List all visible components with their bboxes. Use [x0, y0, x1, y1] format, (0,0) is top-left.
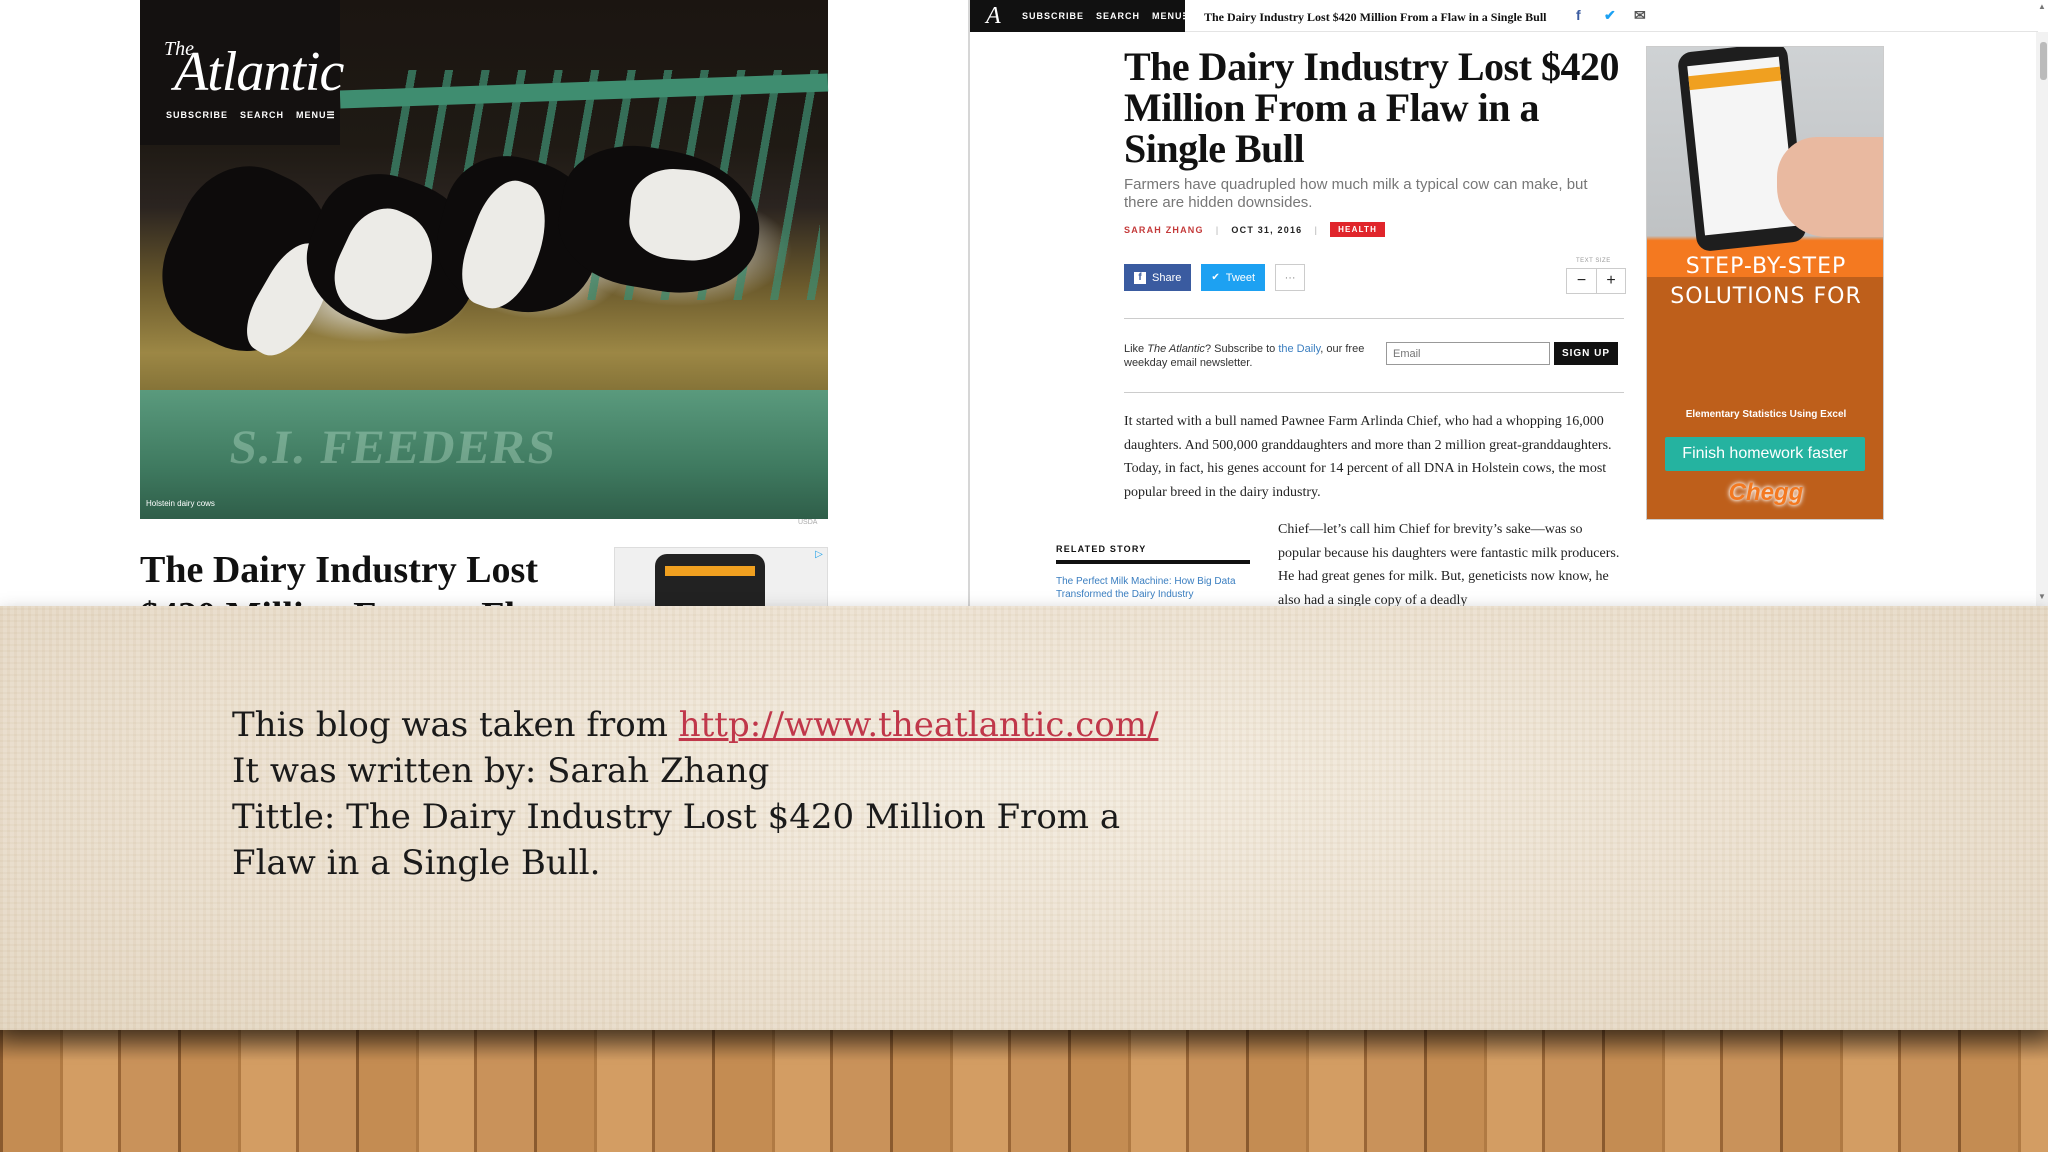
photo-credit: USDA — [798, 519, 818, 526]
photo-caption: Holstein dairy cows — [146, 499, 215, 508]
source-link[interactable]: http://www.theatlantic.com/ — [679, 705, 1159, 745]
nav-search[interactable]: SEARCH — [1096, 11, 1140, 22]
source-prefix: This blog was taken from — [232, 705, 679, 745]
byline-separator: | — [1314, 224, 1319, 235]
scroll-down-arrow-icon[interactable]: ▼ — [2038, 592, 2046, 601]
text-size-decrease-button[interactable]: − — [1567, 269, 1596, 293]
byline-separator: | — [1215, 224, 1220, 235]
signup-button[interactable]: SIGN UP — [1554, 342, 1618, 365]
nav-menu[interactable]: MENU☰ — [1152, 11, 1192, 22]
related-story-heading: RELATED STORY — [1056, 544, 1250, 564]
slide-body: This blog was taken from http://www.thea… — [232, 702, 1192, 886]
ad-phone — [655, 554, 765, 606]
text-size-control: − + — [1566, 268, 1626, 294]
left-ad[interactable]: ▷ — [614, 547, 828, 606]
ad-headline-line: SOLUTIONS FOR — [1670, 284, 1862, 309]
scroll-up-arrow-icon[interactable]: ▲ — [2038, 2, 2046, 11]
nav-subscribe[interactable]: SUBSCRIBE — [1022, 11, 1084, 22]
left-article-screenshot: S.I. FEEDERS The Atlantic SUBSCRIBE SEAR… — [0, 0, 968, 606]
scrollbar-thumb[interactable] — [2040, 42, 2047, 80]
newsletter-text: ? Subscribe to — [1204, 343, 1279, 355]
topbar-brand-area: A SUBSCRIBE SEARCH MENU☰ — [970, 0, 1191, 32]
scrollbar[interactable] — [2036, 32, 2048, 606]
email-field[interactable] — [1386, 342, 1550, 365]
byline: SARAH ZHANG | OCT 31, 2016 | HEALTH — [1124, 222, 1386, 237]
article-paragraph: Chief—let’s call him Chief for brevity’s… — [1278, 522, 1620, 606]
mail-icon[interactable]: ✉ — [1634, 7, 1646, 24]
atlantic-logo: Atlantic — [174, 41, 344, 103]
section-badge[interactable]: HEALTH — [1330, 222, 1386, 237]
article-headline: The Dairy Industry Lost $420 Million Fro… — [1124, 44, 1619, 171]
wood-floor-background — [0, 1030, 2048, 1152]
left-headline: The Dairy Industry Lost $420 Million Fro… — [140, 549, 562, 606]
ad-headline: STEP-BY-STEP SOLUTIONS FOR — [1647, 252, 1883, 312]
ad-cta-button[interactable]: Finish homework faster — [1665, 437, 1865, 471]
chegg-logo: Chegg — [1728, 479, 1804, 506]
article-dek: Farmers have quadrupled how much milk a … — [1124, 176, 1588, 211]
slide-text-panel: This blog was taken from http://www.thea… — [0, 606, 2048, 1030]
sticky-topbar: A SUBSCRIBE SEARCH MENU☰ The Dairy Indus… — [970, 0, 2038, 32]
atlantic-logo-box[interactable]: The Atlantic SUBSCRIBE SEARCH MENU☰ — [140, 0, 344, 145]
atlantic-a-logo[interactable]: A — [986, 3, 1001, 30]
newsletter-promo: Like The Atlantic? Subscribe to the Dail… — [1124, 342, 1370, 370]
newsletter-text: Like — [1124, 343, 1148, 355]
source-line: This blog was taken from http://www.thea… — [232, 702, 1192, 748]
facebook-icon: f — [1134, 271, 1146, 284]
share-label: Share — [1152, 271, 1182, 284]
ad-hand — [1777, 137, 1883, 237]
topbar-article-title: The Dairy Industry Lost $420 Million Fro… — [1204, 10, 1547, 24]
divider — [1124, 392, 1624, 393]
twitter-icon[interactable]: ✔ — [1604, 7, 1616, 24]
text-size-increase-button[interactable]: + — [1596, 269, 1625, 293]
trough-lettering: S.I. FEEDERS — [226, 421, 561, 474]
newsletter-link[interactable]: the Daily — [1278, 343, 1320, 355]
newsletter-publication: The Atlantic — [1147, 343, 1205, 355]
left-nav: SUBSCRIBE SEARCH MENU☰ — [166, 110, 336, 121]
adchoices-icon[interactable]: ▷ — [813, 549, 825, 561]
nav-menu[interactable]: MENU☰ — [296, 110, 336, 121]
facebook-share-button[interactable]: f Share — [1124, 264, 1192, 291]
twitter-icon: ✔ — [1211, 272, 1220, 283]
text-size-label: TEXT SIZE — [1576, 258, 1611, 264]
chegg-ad[interactable]: STEP-BY-STEP SOLUTIONS FOR Elementary St… — [1646, 46, 1884, 520]
right-article-screenshot: A SUBSCRIBE SEARCH MENU☰ The Dairy Indus… — [968, 0, 2048, 606]
author-link[interactable]: SARAH ZHANG — [1124, 225, 1204, 235]
share-row: f Share ✔ Tweet ··· — [1124, 264, 1306, 291]
tweet-label: Tweet — [1225, 271, 1256, 284]
title-line: Tittle: The Dairy Industry Lost $420 Mil… — [232, 797, 1121, 883]
ad-subtitle: Elementary Statistics Using Excel — [1685, 409, 1847, 420]
more-share-button[interactable]: ··· — [1275, 264, 1306, 291]
ad-headline-line: STEP-BY-STEP — [1685, 254, 1847, 279]
facebook-icon[interactable]: f — [1576, 7, 1581, 23]
divider — [1124, 318, 1624, 319]
nav-subscribe[interactable]: SUBSCRIBE — [166, 110, 228, 121]
nav-search[interactable]: SEARCH — [240, 110, 284, 121]
tweet-button[interactable]: ✔ Tweet — [1201, 264, 1266, 291]
article-paragraph: It started with a bull named Pawnee Farm… — [1124, 414, 1612, 500]
author-line: It was written by: Sarah Zhang — [232, 751, 770, 791]
related-story-link[interactable]: The Perfect Milk Machine: How Big Data T… — [1056, 575, 1246, 601]
publish-date: OCT 31, 2016 — [1231, 224, 1303, 235]
topbar-nav: SUBSCRIBE SEARCH MENU☰ — [1022, 11, 1192, 22]
